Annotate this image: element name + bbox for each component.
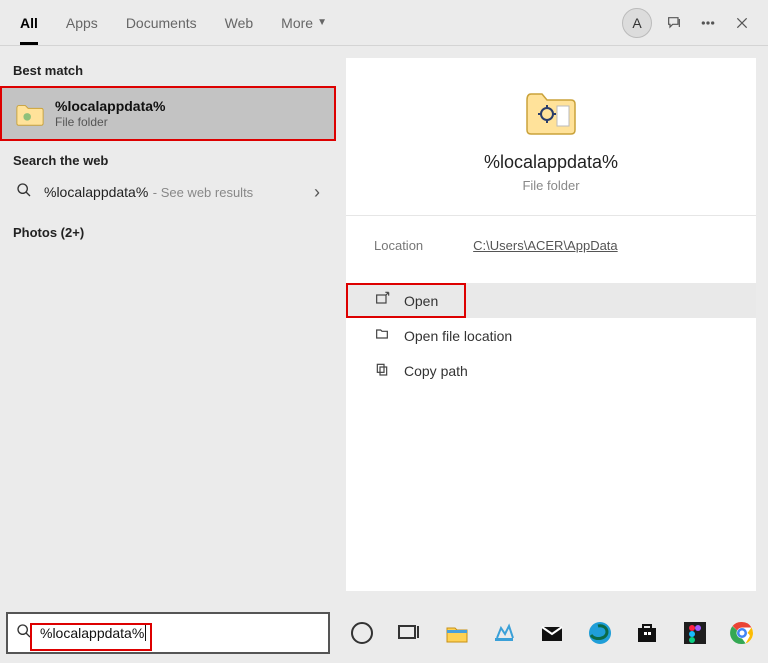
chrome-icon[interactable] (727, 617, 759, 649)
file-explorer-icon[interactable] (441, 617, 473, 649)
web-result-row[interactable]: %localappdata% - See web results › (0, 172, 336, 213)
best-match-item[interactable]: %localappdata% File folder (0, 86, 336, 141)
folder-icon (523, 86, 579, 138)
feedback-icon[interactable] (662, 11, 686, 35)
cortana-icon[interactable] (346, 617, 378, 649)
location-label: Location (374, 238, 423, 253)
best-match-title: %localappdata% (55, 98, 165, 114)
task-view-icon[interactable] (394, 617, 426, 649)
action-open-label: Open (404, 293, 438, 309)
tab-all[interactable]: All (6, 0, 52, 45)
close-icon[interactable] (730, 11, 754, 35)
preview-pane: %localappdata% File folder Location C:\U… (336, 46, 768, 603)
action-open-file-location-label: Open file location (404, 328, 512, 344)
tab-documents[interactable]: Documents (112, 0, 211, 45)
web-hint: - See web results (153, 185, 253, 200)
copy-icon (374, 361, 390, 380)
search-value: %localappdata% (40, 625, 146, 641)
options-ellipsis-icon[interactable] (696, 11, 720, 35)
search-bar: %localappdata% (0, 603, 336, 663)
search-icon (16, 623, 32, 644)
action-open-row[interactable]: Open (346, 283, 756, 318)
tab-web[interactable]: Web (211, 0, 268, 45)
header-bar: All Apps Documents Web More▼ A (0, 0, 768, 46)
action-copy-path-label: Copy path (404, 363, 468, 379)
figma-icon[interactable] (679, 617, 711, 649)
preview-title: %localappdata% (484, 152, 618, 173)
scope-tabs: All Apps Documents Web More▼ (6, 0, 341, 45)
folder-location-icon (374, 326, 390, 345)
search-web-heading: Search the web (0, 141, 336, 172)
chevron-right-icon: › (314, 182, 320, 203)
open-icon (374, 291, 390, 310)
best-match-heading: Best match (0, 58, 336, 86)
action-copy-path[interactable]: Copy path (346, 353, 756, 388)
app-icon-1[interactable] (489, 617, 521, 649)
photos-heading[interactable]: Photos (2+) (0, 213, 336, 244)
mail-icon[interactable] (536, 617, 568, 649)
header-actions: A (622, 8, 762, 38)
tab-more[interactable]: More▼ (267, 0, 341, 45)
search-input[interactable]: %localappdata% (6, 612, 330, 654)
user-avatar[interactable]: A (622, 8, 652, 38)
results-pane: Best match %localappdata% File folder Se… (0, 46, 336, 603)
chevron-down-icon: ▼ (317, 17, 327, 28)
location-link[interactable]: C:\Users\ACER\AppData (473, 238, 618, 253)
store-icon[interactable] (631, 617, 663, 649)
action-open-file-location[interactable]: Open file location (346, 318, 756, 353)
edge-icon[interactable] (584, 617, 616, 649)
best-match-subtitle: File folder (55, 115, 165, 129)
best-match-text: %localappdata% File folder (55, 98, 165, 129)
tab-apps[interactable]: Apps (52, 0, 112, 45)
folder-icon (15, 100, 45, 128)
search-icon (16, 182, 32, 203)
web-query-text: %localappdata% (44, 184, 148, 200)
taskbar (336, 603, 768, 663)
preview-subtitle: File folder (522, 178, 579, 193)
